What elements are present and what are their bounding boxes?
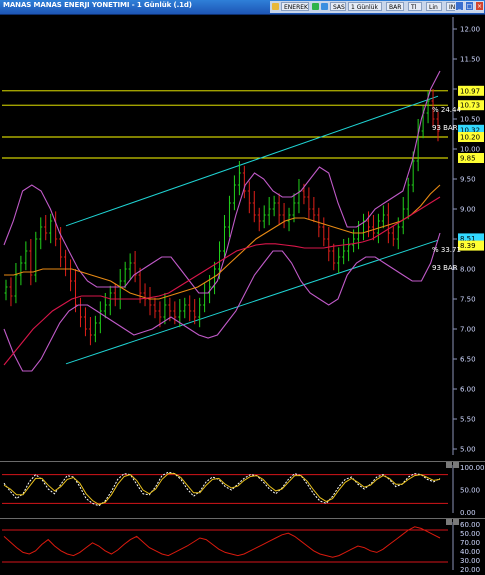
stochastic-tick-label: 100.00 bbox=[460, 464, 485, 472]
window-title: MANAS MANAS ENERJI YONETIMI - 1 Günlük (… bbox=[3, 1, 192, 9]
channel-annotation: % 24.44 bbox=[432, 106, 461, 114]
folder-icon[interactable] bbox=[272, 3, 279, 10]
stochastic-settings-icon bbox=[446, 462, 452, 468]
price-tick-label: 7.50 bbox=[460, 296, 476, 304]
minimize-button[interactable]: _ bbox=[455, 1, 464, 11]
price-tick-label: 10.00 bbox=[460, 146, 480, 154]
rsi-settings-icon bbox=[446, 519, 452, 525]
price-tick-label: 12.00 bbox=[460, 26, 480, 34]
rsi-close-icon bbox=[453, 519, 459, 525]
price-value-tag-label: 9.85 bbox=[460, 155, 476, 163]
stochastic-background bbox=[0, 461, 485, 517]
rsi-tick-label: 60.00 bbox=[460, 521, 480, 529]
rsi-panel[interactable]: 60.0050.0070.0040.0030.0020.00 bbox=[0, 518, 485, 574]
rsi-tick-label: 30.00 bbox=[460, 557, 480, 565]
title-bar[interactable]: MANAS MANAS ENERJI YONETIMI - 1 Günlük (… bbox=[0, 0, 485, 15]
price-value-tag-label: 8.39 bbox=[460, 242, 476, 250]
maximize-button[interactable]: □ bbox=[465, 1, 474, 11]
chart-window: MANAS MANAS ENERJI YONETIMI - 1 Günlük (… bbox=[0, 0, 485, 575]
price-panel[interactable]: 12.0011.5011.0010.5010.009.509.008.508.0… bbox=[0, 15, 485, 460]
drawing-tool-icon[interactable] bbox=[321, 3, 328, 10]
rsi-tick-label: 50.00 bbox=[460, 530, 480, 538]
channel-annotation: 93 BAR bbox=[432, 124, 458, 132]
close-button[interactable]: × bbox=[475, 1, 484, 11]
chart-type-selector[interactable]: BAR bbox=[386, 2, 404, 11]
indicator-icon[interactable] bbox=[312, 3, 319, 10]
channel-annotation: 93 BAR bbox=[432, 264, 458, 272]
channel-annotation: % 33.71 bbox=[432, 246, 461, 254]
price-value-tag-label: 10.73 bbox=[460, 102, 480, 110]
price-tick-label: 10.50 bbox=[460, 116, 480, 124]
price-value-tag-label: 10.20 bbox=[460, 134, 480, 142]
price-tick-label: 6.00 bbox=[460, 386, 476, 394]
stochastic-tick-label: 0.00 bbox=[460, 509, 476, 517]
price-tick-label: 8.00 bbox=[460, 266, 476, 274]
rsi-tick-label: 70.00 bbox=[460, 539, 480, 547]
rsi-tick-label: 20.00 bbox=[460, 566, 480, 574]
stochastic-panel[interactable]: 100.00 50.00 0.00 bbox=[0, 461, 485, 517]
price-tick-label: 5.50 bbox=[460, 416, 476, 424]
price-tick-label: 9.00 bbox=[460, 206, 476, 214]
chart-toolbar: ENEREK SAS 1 Günlük BAR Tl Lin IND bbox=[270, 1, 484, 13]
currency-selector[interactable]: Tl bbox=[408, 2, 422, 11]
price-tick-label: 5.00 bbox=[460, 446, 476, 454]
stochastic-close-icon bbox=[453, 462, 459, 468]
price-tick-label: 9.50 bbox=[460, 176, 476, 184]
price-tick-label: 6.50 bbox=[460, 356, 476, 364]
period-selector[interactable]: 1 Günlük bbox=[348, 2, 382, 11]
stochastic-tick-label: 50.00 bbox=[460, 487, 480, 495]
price-tick-label: 11.50 bbox=[460, 56, 480, 64]
exchange-selector[interactable]: SAS bbox=[330, 2, 346, 11]
window-controls: _ □ × bbox=[455, 1, 484, 12]
rsi-background bbox=[0, 518, 485, 574]
rsi-tick-label: 40.00 bbox=[460, 548, 480, 556]
symbol-selector[interactable]: ENEREK bbox=[281, 2, 309, 11]
price-value-tag-label: 10.97 bbox=[460, 87, 480, 95]
scale-selector[interactable]: Lin bbox=[426, 2, 442, 11]
price-tick-label: 7.00 bbox=[460, 326, 476, 334]
price-background bbox=[0, 15, 485, 460]
